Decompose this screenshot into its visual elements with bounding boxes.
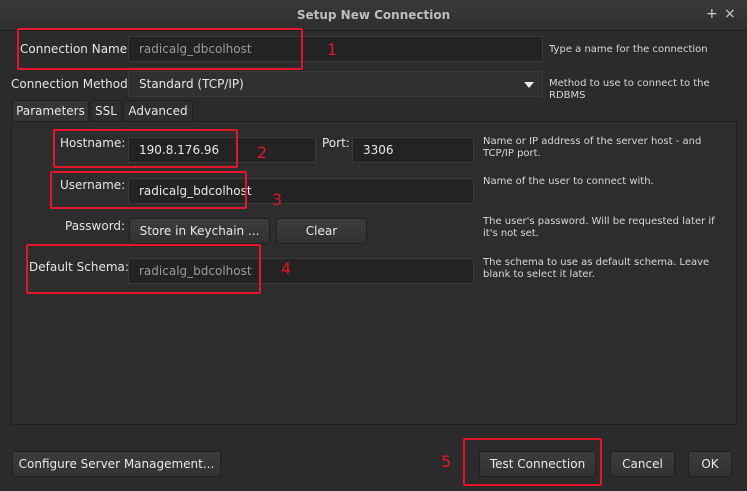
store-in-keychain-button[interactable]: Store in Keychain ...	[129, 218, 270, 244]
hostname-hint: Name or IP address of the server host - …	[483, 136, 702, 159]
annotation-number-5: 5	[441, 452, 452, 471]
connection-method-value: Standard (TCP/IP)	[139, 77, 244, 91]
annotation-box-2	[53, 129, 238, 168]
annotation-number-4: 4	[281, 259, 292, 278]
annotation-box-4	[26, 244, 261, 294]
connection-method-hint: Method to use to connect to the RDBMS	[549, 78, 710, 101]
password-label: Password:	[65, 219, 126, 233]
title-bar: Setup New Connection + ×	[0, 0, 747, 31]
port-input[interactable]: 3306	[352, 137, 474, 163]
cancel-button[interactable]: Cancel	[610, 451, 675, 477]
annotation-number-2: 2	[257, 143, 268, 162]
annotation-box-1	[17, 28, 303, 70]
connection-method-label: Connection Method:	[11, 77, 132, 91]
connection-method-select[interactable]: Standard (TCP/IP)	[128, 71, 543, 97]
annotation-box-5	[463, 438, 602, 486]
annotation-number-3: 3	[272, 190, 283, 209]
port-label: Port:	[322, 136, 350, 150]
configure-server-management-button[interactable]: Configure Server Management...	[12, 451, 221, 477]
default-schema-hint: The schema to use as default schema. Lea…	[483, 257, 710, 280]
annotation-box-3	[50, 171, 247, 209]
ok-button[interactable]: OK	[688, 451, 732, 477]
close-icon[interactable]: ×	[724, 6, 736, 22]
username-hint: Name of the user to connect with.	[483, 176, 654, 187]
tab-parameters[interactable]: Parameters	[12, 100, 89, 122]
window-title: Setup New Connection	[296, 8, 451, 22]
maximize-icon[interactable]: +	[706, 6, 718, 22]
chevron-down-icon	[524, 82, 534, 88]
connection-name-hint: Type a name for the connection	[549, 44, 708, 55]
password-hint: The user's password. Will be requested l…	[483, 216, 715, 239]
annotation-number-1: 1	[327, 40, 338, 59]
tab-advanced[interactable]: Advanced	[123, 100, 193, 122]
clear-password-button[interactable]: Clear	[276, 218, 367, 244]
tab-ssl[interactable]: SSL	[90, 100, 122, 122]
